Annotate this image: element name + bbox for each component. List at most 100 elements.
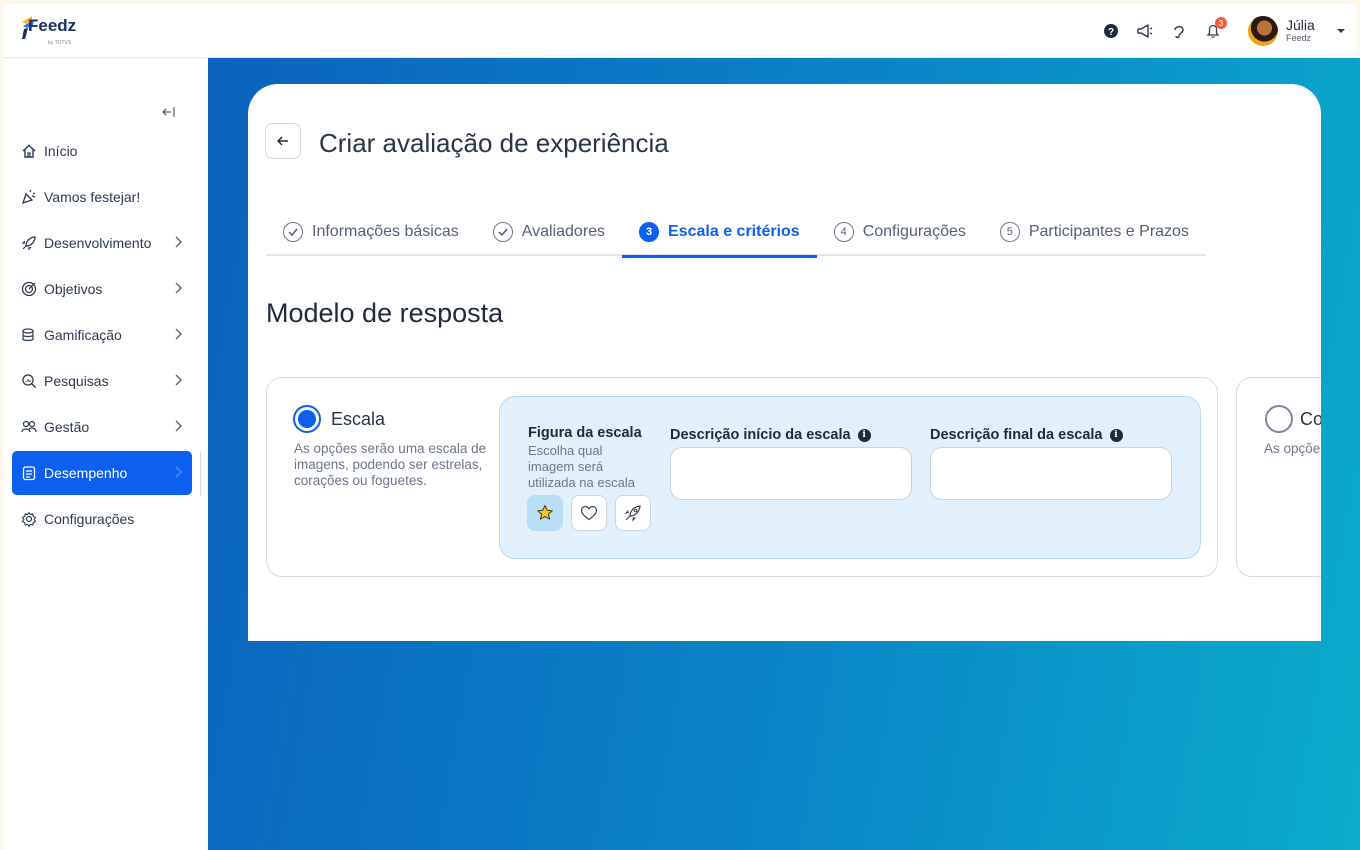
step-informacoes-basicas[interactable]: Informações básicas	[266, 208, 476, 256]
people-icon	[21, 420, 37, 433]
step-number: 5	[999, 222, 1020, 242]
step-participantes-e-prazos[interactable]: 5 Participantes e Prazos	[983, 208, 1206, 256]
sidebar-item-label: Pesquisas	[44, 373, 109, 389]
step-label: Informações básicas	[312, 223, 459, 240]
sidebar-item-gamificacao[interactable]: Gamificação	[12, 313, 192, 357]
ear-icon	[1174, 25, 1184, 39]
step-label: Configurações	[862, 223, 966, 240]
stepper: Informações básicas Avaliadores 3 Escala…	[266, 208, 1206, 258]
end-description-input[interactable]	[930, 447, 1172, 500]
option-escala-card[interactable]: Escala As opções serão uma escala de ima…	[266, 377, 1218, 577]
arrow-left-icon	[277, 136, 288, 146]
form-card: Criar avaliação de experiência Informaçõ…	[248, 84, 1321, 641]
sidebar-item-pesquisas[interactable]: Pesquisas	[12, 359, 192, 403]
sidebar-item-label: Desenvolvimento	[44, 235, 152, 251]
end-description-label-text: Descrição final da escala	[930, 427, 1103, 443]
section-title: Modelo de resposta	[266, 298, 504, 328]
sidebar-item-label: Configurações	[44, 511, 135, 527]
collapse-sidebar-button[interactable]	[162, 103, 176, 122]
option-description: As opções conceitos cada resp	[1264, 441, 1321, 456]
sidebar-item-vamos-festejar[interactable]: Vamos festejar!	[12, 175, 192, 219]
sidebar-item-label: Gestão	[44, 419, 90, 435]
rocket-icon	[624, 505, 641, 522]
step-avaliadores[interactable]: Avaliadores	[476, 208, 622, 256]
sidebar: Início Vamos festejar! Desenvolvimento O…	[4, 59, 207, 850]
target-icon	[21, 281, 37, 297]
sidebar-item-label: Desempenho	[44, 465, 128, 481]
chevron-right-icon	[175, 374, 182, 386]
help-icon: ?	[1104, 24, 1118, 38]
sidebar-item-objetivos[interactable]: Objetivos	[12, 267, 192, 311]
end-description-label: Descrição final da escala i	[930, 427, 1123, 443]
caret-down-icon	[1337, 29, 1345, 33]
rocket-icon	[21, 236, 36, 251]
announcements-button[interactable]	[1128, 14, 1162, 48]
scale-config-panel: Figura da escala Escolha qual imagem ser…	[499, 396, 1201, 559]
notifications-button[interactable]: 3	[1196, 14, 1230, 48]
coins-icon	[22, 328, 34, 342]
start-description-label-text: Descrição início da escala	[670, 427, 851, 443]
sidebar-item-label: Objetivos	[44, 281, 103, 297]
sidebar-item-label: Vamos festejar!	[44, 189, 141, 205]
step-number: 4	[833, 222, 854, 242]
sidebar-item-configuracoes[interactable]: Configurações	[12, 497, 192, 541]
info-icon[interactable]: i	[857, 428, 871, 442]
user-menu-caret[interactable]	[1326, 28, 1356, 34]
feedback-button[interactable]	[1162, 14, 1196, 48]
sidebar-item-label: Início	[44, 143, 78, 159]
option-description: As opções serão uma escala de imagens, p…	[294, 441, 487, 488]
step-configuracoes[interactable]: 4 Configurações	[817, 208, 983, 256]
shape-rocket-button[interactable]	[615, 495, 651, 531]
svg-text:?: ?	[1108, 27, 1114, 38]
heart-icon	[580, 505, 598, 521]
chevron-right-icon	[175, 420, 182, 432]
page-title: Criar avaliação de experiência	[319, 128, 669, 158]
conceitos-radio[interactable]	[1265, 405, 1293, 433]
start-description-input[interactable]	[670, 447, 912, 500]
brand-name: Feedz	[28, 16, 77, 35]
sidebar-item-desempenho[interactable]: Desempenho	[12, 451, 192, 495]
sidebar-item-gestao[interactable]: Gestão	[12, 405, 192, 449]
help-button[interactable]: ?	[1094, 14, 1128, 48]
step-label: Escala e critérios	[668, 223, 800, 240]
party-popper-icon	[21, 189, 36, 205]
figure-description: Escolha qual imagem será utilizada na es…	[528, 443, 635, 490]
option-title: Co	[1300, 409, 1321, 429]
check-circle-icon	[283, 222, 303, 242]
start-description-label: Descrição início da escala i	[670, 427, 871, 443]
user-menu[interactable]: Júlia Feedz	[1286, 17, 1326, 43]
star-icon	[537, 505, 553, 520]
clipboard-icon	[22, 466, 36, 481]
check-circle-icon	[492, 222, 513, 242]
step-number: 3	[639, 222, 660, 242]
survey-search-icon	[22, 374, 37, 389]
figure-title: Figura da escala	[528, 425, 642, 441]
home-icon	[22, 144, 36, 158]
figure-options	[527, 495, 659, 531]
step-escala-e-criterios[interactable]: 3 Escala e critérios	[622, 208, 817, 258]
avatar[interactable]	[1248, 16, 1278, 46]
option-conceitos-card[interactable]: Co As opções conceitos cada resp	[1236, 377, 1321, 577]
sidebar-item-inicio[interactable]: Início	[12, 129, 192, 173]
sidebar-item-desenvolvimento[interactable]: Desenvolvimento	[12, 221, 192, 265]
chevron-right-icon	[175, 466, 182, 478]
back-button[interactable]	[265, 123, 301, 159]
escala-radio[interactable]	[293, 405, 321, 433]
option-title: Escala	[331, 409, 386, 429]
sidebar-item-label: Gamificação	[44, 327, 122, 343]
shape-star-button[interactable]	[527, 495, 563, 531]
sidebar-divider	[200, 452, 201, 496]
chevron-right-icon	[175, 328, 182, 340]
chevron-right-icon	[175, 282, 182, 294]
user-name: Júlia	[1286, 17, 1315, 34]
step-label: Avaliadores	[521, 223, 606, 240]
gear-icon	[21, 511, 37, 527]
collapse-arrow-icon	[162, 107, 175, 117]
step-label: Participantes e Prazos	[1028, 223, 1189, 240]
chevron-right-icon	[175, 236, 182, 248]
user-org: Feedz	[1286, 32, 1312, 43]
info-icon[interactable]: i	[1109, 428, 1123, 442]
notification-badge: 3	[1215, 17, 1227, 29]
top-bar: Feedz by TOTVS ? 3 Júlia Feedz	[4, 4, 1356, 58]
shape-heart-button[interactable]	[571, 495, 607, 531]
